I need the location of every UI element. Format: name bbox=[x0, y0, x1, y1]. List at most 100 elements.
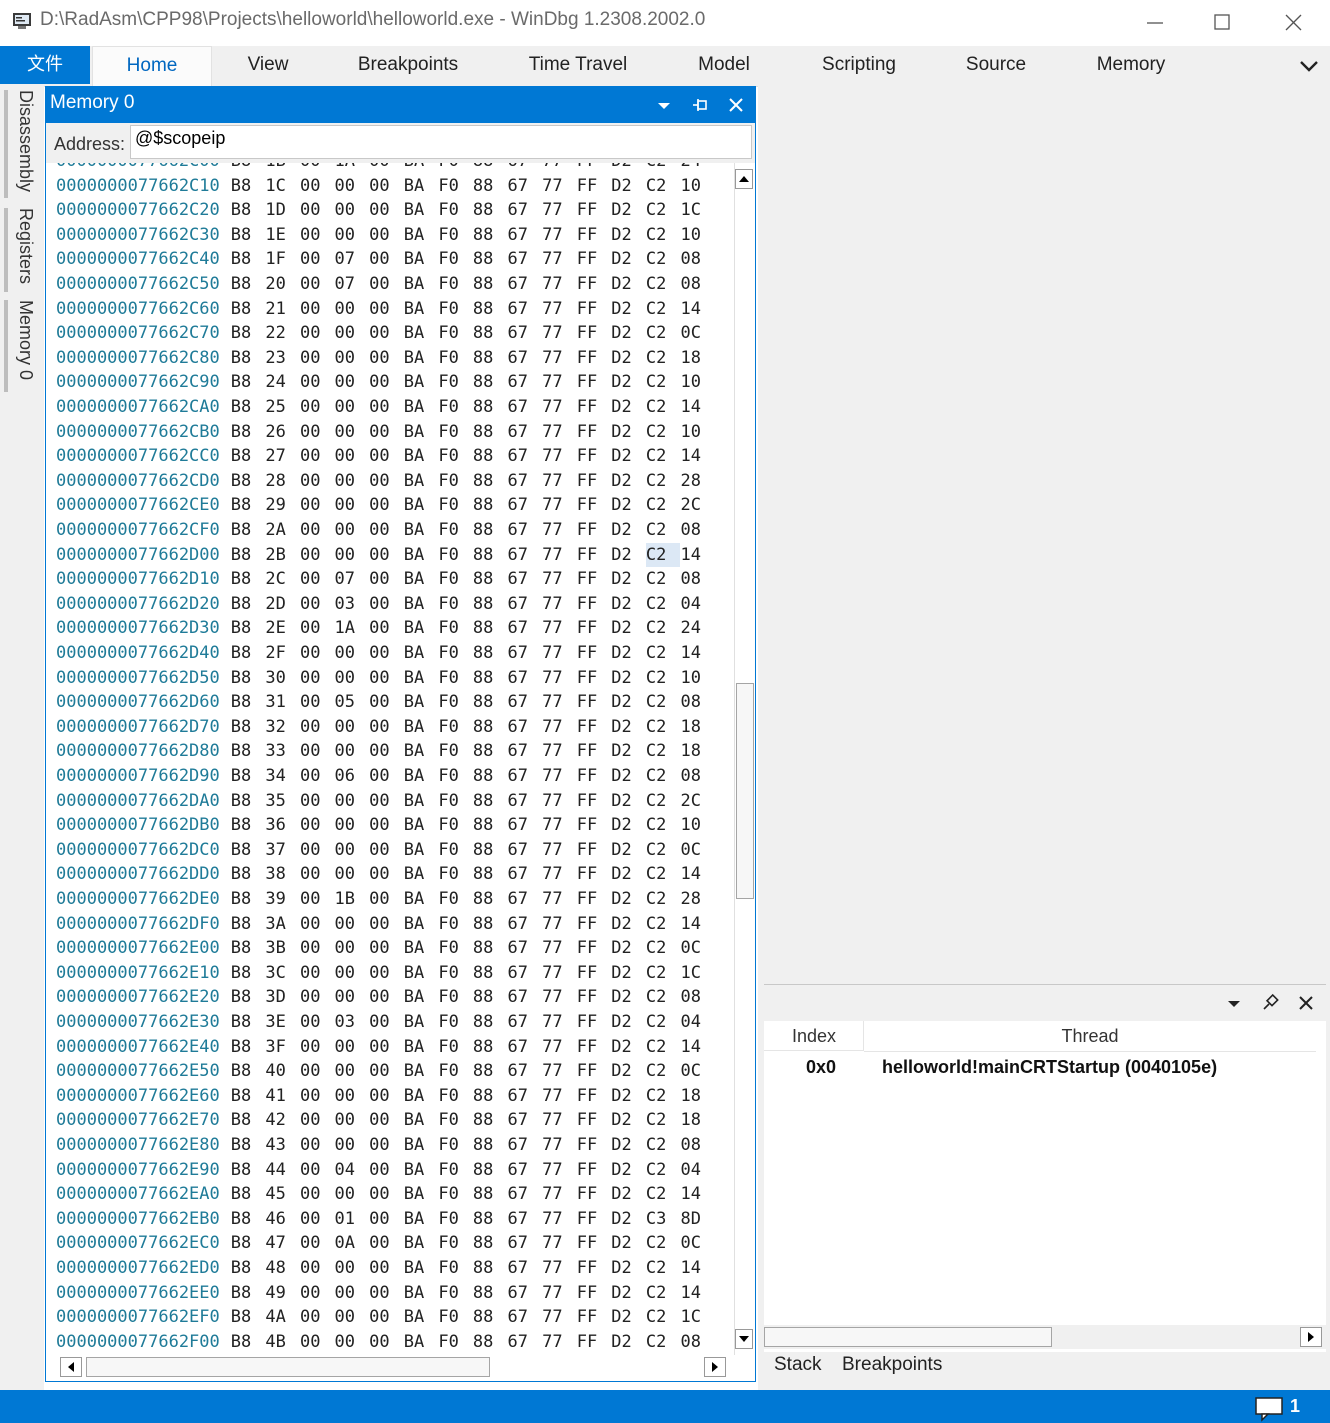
memory-byte[interactable]: F0 bbox=[438, 163, 473, 173]
memory-byte[interactable]: 48 bbox=[265, 1256, 300, 1280]
tab-breakpoints[interactable]: Breakpoints bbox=[340, 46, 476, 84]
memory-byte[interactable]: 00 bbox=[369, 469, 404, 493]
memory-byte[interactable]: C2 bbox=[646, 444, 681, 468]
memory-byte[interactable]: D2 bbox=[611, 1158, 646, 1182]
memory-byte[interactable]: 77 bbox=[542, 247, 577, 271]
memory-byte[interactable]: FF bbox=[577, 739, 612, 763]
memory-row[interactable]: 0000000077662E70 B8 42 00 00 00 BA F0 88 67 77 FF D2… bbox=[56, 1108, 715, 1132]
memory-byte[interactable]: F0 bbox=[438, 518, 473, 542]
memory-byte[interactable]: 10 bbox=[680, 174, 715, 198]
address-input[interactable]: @$scopeip bbox=[130, 125, 752, 159]
memory-byte[interactable]: 00 bbox=[335, 1108, 370, 1132]
memory-byte[interactable]: 77 bbox=[542, 1281, 577, 1305]
memory-byte[interactable]: FF bbox=[577, 1084, 612, 1108]
memory-byte[interactable]: 00 bbox=[335, 493, 370, 517]
memory-byte[interactable]: 43 bbox=[265, 1133, 300, 1157]
memory-byte[interactable]: 00 bbox=[369, 1182, 404, 1206]
memory-byte[interactable]: FF bbox=[577, 1207, 612, 1231]
memory-row[interactable]: 0000000077662E50 B8 40 00 00 00 BA F0 88 67 77 FF D2… bbox=[56, 1059, 715, 1083]
memory-byte[interactable]: BA bbox=[404, 862, 439, 886]
memory-row[interactable]: 0000000077662C40 B8 1F 00 07 00 BA F0 88 67 77 FF D2… bbox=[56, 247, 715, 271]
memory-byte[interactable]: FF bbox=[577, 543, 612, 567]
memory-byte[interactable]: 0C bbox=[680, 1231, 715, 1255]
memory-byte[interactable]: 00 bbox=[300, 567, 335, 591]
memory-byte[interactable]: BA bbox=[404, 912, 439, 936]
tab-source[interactable]: Source bbox=[950, 46, 1042, 84]
memory-byte[interactable]: B8 bbox=[231, 1305, 266, 1329]
memory-byte[interactable]: 67 bbox=[508, 297, 543, 321]
memory-byte[interactable]: 00 bbox=[300, 1158, 335, 1182]
memory-byte[interactable]: F0 bbox=[438, 1010, 473, 1034]
memory-byte[interactable]: FF bbox=[577, 370, 612, 394]
memory-byte[interactable]: 0C bbox=[680, 1059, 715, 1083]
memory-byte[interactable]: 31 bbox=[265, 690, 300, 714]
memory-byte[interactable]: 77 bbox=[542, 936, 577, 960]
memory-byte[interactable]: D2 bbox=[611, 690, 646, 714]
memory-byte[interactable]: 77 bbox=[542, 1059, 577, 1083]
memory-byte[interactable]: C2 bbox=[646, 395, 681, 419]
memory-byte[interactable]: FF bbox=[577, 444, 612, 468]
memory-byte[interactable]: 67 bbox=[508, 346, 543, 370]
memory-byte[interactable]: 1A bbox=[335, 163, 370, 173]
memory-byte[interactable]: 4B bbox=[265, 1330, 300, 1354]
memory-byte[interactable]: D2 bbox=[611, 616, 646, 640]
memory-byte[interactable]: 00 bbox=[369, 174, 404, 198]
memory-byte[interactable]: 47 bbox=[265, 1231, 300, 1255]
memory-byte[interactable]: 3A bbox=[265, 912, 300, 936]
memory-byte[interactable]: 05 bbox=[335, 690, 370, 714]
memory-byte[interactable]: B8 bbox=[231, 1133, 266, 1157]
memory-byte[interactable]: B8 bbox=[231, 715, 266, 739]
memory-byte[interactable]: 00 bbox=[300, 518, 335, 542]
memory-byte[interactable]: 77 bbox=[542, 764, 577, 788]
memory-byte[interactable]: 00 bbox=[335, 862, 370, 886]
memory-byte[interactable]: 88 bbox=[473, 789, 508, 813]
memory-byte[interactable]: 28 bbox=[265, 469, 300, 493]
memory-byte[interactable]: 35 bbox=[265, 789, 300, 813]
memory-byte[interactable]: 00 bbox=[300, 838, 335, 862]
memory-byte[interactable]: F0 bbox=[438, 567, 473, 591]
memory-byte[interactable]: 88 bbox=[473, 1108, 508, 1132]
memory-byte[interactable]: 88 bbox=[473, 666, 508, 690]
memory-byte[interactable]: C2 bbox=[646, 764, 681, 788]
memory-byte[interactable]: 88 bbox=[473, 715, 508, 739]
scrollbar-thumb[interactable] bbox=[736, 683, 754, 899]
memory-byte[interactable]: 14 bbox=[680, 1256, 715, 1280]
memory-byte[interactable]: 77 bbox=[542, 1207, 577, 1231]
memory-byte[interactable]: B8 bbox=[231, 1182, 266, 1206]
memory-byte[interactable]: 01 bbox=[335, 1207, 370, 1231]
memory-byte[interactable]: 00 bbox=[369, 247, 404, 271]
memory-byte[interactable]: 77 bbox=[542, 813, 577, 837]
memory-byte[interactable]: BA bbox=[404, 444, 439, 468]
tab-stack[interactable]: Stack bbox=[774, 1354, 822, 1376]
memory-byte[interactable]: FF bbox=[577, 1133, 612, 1157]
memory-byte[interactable]: BA bbox=[404, 346, 439, 370]
memory-byte[interactable]: F0 bbox=[438, 1158, 473, 1182]
memory-byte[interactable]: 88 bbox=[473, 174, 508, 198]
memory-byte[interactable]: 67 bbox=[508, 198, 543, 222]
memory-byte[interactable]: D2 bbox=[611, 1133, 646, 1157]
memory-byte[interactable]: 88 bbox=[473, 543, 508, 567]
memory-byte[interactable]: B8 bbox=[231, 370, 266, 394]
memory-byte[interactable]: 00 bbox=[300, 395, 335, 419]
memory-byte[interactable]: 77 bbox=[542, 493, 577, 517]
memory-byte[interactable]: 26 bbox=[265, 420, 300, 444]
horizontal-scrollbar[interactable] bbox=[60, 1355, 730, 1379]
memory-byte[interactable]: C2 bbox=[646, 985, 681, 1009]
memory-byte[interactable]: 00 bbox=[335, 641, 370, 665]
memory-byte[interactable]: 67 bbox=[508, 1256, 543, 1280]
memory-row[interactable]: 0000000077662DA0 B8 35 00 00 00 BA F0 88 67 77 FF D2… bbox=[56, 789, 715, 813]
memory-byte[interactable]: BA bbox=[404, 789, 439, 813]
thread-name-cell[interactable]: helloworld!mainCRTStartup (0040105e) bbox=[882, 1057, 1217, 1078]
memory-byte[interactable]: 1D bbox=[265, 198, 300, 222]
memory-byte[interactable]: B8 bbox=[231, 469, 266, 493]
memory-byte[interactable]: 77 bbox=[542, 1035, 577, 1059]
memory-byte[interactable]: 77 bbox=[542, 912, 577, 936]
memory-byte[interactable]: 00 bbox=[369, 1207, 404, 1231]
memory-byte[interactable]: F0 bbox=[438, 272, 473, 296]
memory-byte[interactable]: 00 bbox=[369, 764, 404, 788]
memory-byte[interactable]: 29 bbox=[265, 493, 300, 517]
memory-byte[interactable]: 14 bbox=[680, 641, 715, 665]
memory-byte[interactable]: 88 bbox=[473, 887, 508, 911]
memory-byte[interactable]: FF bbox=[577, 887, 612, 911]
memory-byte[interactable]: 77 bbox=[542, 198, 577, 222]
